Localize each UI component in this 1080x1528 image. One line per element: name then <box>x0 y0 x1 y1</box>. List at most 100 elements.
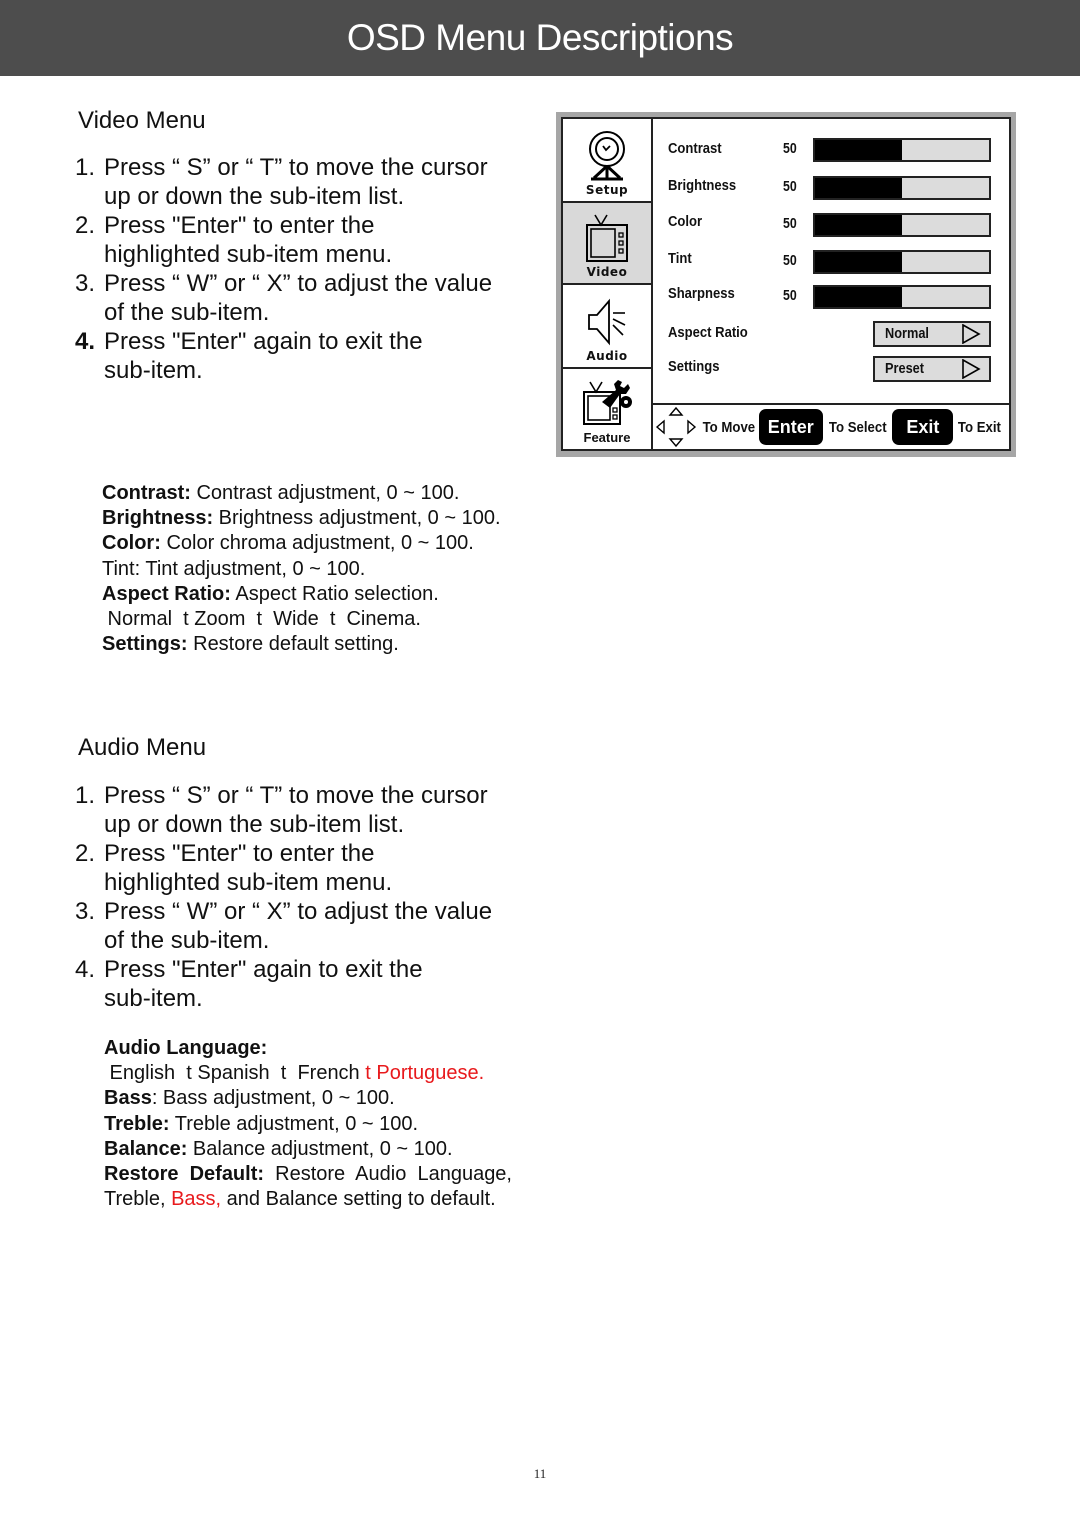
slider-fill <box>815 178 902 198</box>
slider-tint[interactable] <box>813 250 991 274</box>
desc-term: Color: <box>102 532 161 555</box>
desc-text: Normal t Zoom t Wide t Cinema. <box>102 608 421 631</box>
desc-contrast: Contrast: Contrast adjustment, 0 ~ 100. <box>102 481 501 506</box>
desc-balance: Balance: Balance adjustment, 0 ~ 100. <box>104 1137 512 1162</box>
exit-key-badge: Exit <box>892 409 954 445</box>
step-text: Press "Enter" again to exit the <box>104 328 423 355</box>
osd-value-sharpness: 50 <box>783 288 797 304</box>
video-menu-steps: 1. Press “ S” or “ T” to move the cursor u… <box>75 153 535 385</box>
slider-sharpness[interactable] <box>813 285 991 309</box>
step-item: 3. Press “ W” or “ X” to adjust the value… <box>75 897 535 955</box>
osd-label-contrast: Contrast <box>668 141 722 157</box>
desc-text: Treble, <box>104 1188 172 1211</box>
osd-label-settings: Settings <box>668 359 720 375</box>
slider-contrast[interactable] <box>813 138 991 162</box>
desc-text: : Bass adjustment, 0 ~ 100. <box>151 1087 395 1110</box>
step-item: 1. Press “ S” or “ T” to move the cursor u… <box>75 153 535 211</box>
slider-color[interactable] <box>813 213 991 237</box>
desc-term: Aspect Ratio: <box>102 582 231 605</box>
desc-term: Contrast: <box>102 482 191 504</box>
step-text: sub-item. <box>104 985 203 1012</box>
osd-screen: Setup Video Audio Feature Contrast 50 Br… <box>556 112 1016 457</box>
settings-select[interactable]: Preset <box>873 356 991 382</box>
step-number: 3. <box>75 898 96 925</box>
step-text: Press "Enter" to enter the <box>104 840 375 867</box>
desc-term: Treble: <box>104 1112 170 1135</box>
slider-fill <box>815 140 902 160</box>
arrow-right-icon <box>962 324 981 344</box>
desc-text: Color chroma adjustment, 0 ~ 100. <box>160 532 474 555</box>
osd-label-sharpness: Sharpness <box>668 286 735 302</box>
step-number: 4. <box>75 328 96 355</box>
sidebar-label: Audio <box>586 349 628 363</box>
desc-treble: Treble: Treble adjustment, 0 ~ 100. <box>104 1112 512 1137</box>
aspect-ratio-value: Normal <box>885 326 929 342</box>
desc-term: Settings: <box>102 633 188 656</box>
video-menu-title: Video Menu <box>78 107 206 134</box>
desc-color: Color: Color chroma adjustment, 0 ~ 100. <box>102 531 501 556</box>
step-number: 2. <box>75 840 96 867</box>
desc-text: Restore Audio Language, <box>264 1163 512 1186</box>
step-number: 3. <box>75 270 96 297</box>
step-item: 4. Press "Enter" again to exit the sub-ite… <box>75 327 535 385</box>
tv-wrench-icon <box>583 380 632 425</box>
footer-exit-text: To Exit <box>958 418 1002 436</box>
step-number: 4. <box>75 956 96 983</box>
desc-term: Brightness: <box>102 507 214 530</box>
desc-restore-default-cont: Treble, Bass, and Balance setting to def… <box>104 1187 512 1212</box>
step-item: 3. Press “ W” or “ X” to adjust the value… <box>75 269 535 327</box>
osd-label-aspect-ratio: Aspect Ratio <box>668 325 748 341</box>
desc-audio-language: Audio Language: <box>104 1036 512 1061</box>
desc-text: Contrast adjustment, 0 ~ 100. <box>190 482 460 504</box>
step-text: of the sub-item. <box>104 299 270 326</box>
page-number: 11 <box>533 1466 547 1481</box>
enter-key-badge: Enter <box>758 409 823 445</box>
satellite-dish-icon <box>589 131 625 181</box>
osd-label-tint: Tint <box>668 251 692 267</box>
desc-term: Balance: <box>104 1137 188 1160</box>
sidebar-item-audio[interactable]: Audio <box>563 285 651 367</box>
desc-aspect-options: Normal t Zoom t Wide t Cinema. <box>102 607 501 632</box>
osd-label-brightness: Brightness <box>668 178 737 194</box>
sidebar-item-setup[interactable]: Setup <box>563 119 651 201</box>
desc-tint: Tint: Tint adjustment, 0 ~ 100. <box>102 557 501 582</box>
arrow-right-icon <box>962 359 981 379</box>
desc-text: Balance adjustment, 0 ~ 100. <box>187 1137 453 1160</box>
slider-brightness[interactable] <box>813 176 991 200</box>
slider-fill <box>815 252 902 272</box>
slider-fill <box>815 215 902 235</box>
step-text: Press “ W” or “ X” to adjust the value <box>104 270 493 297</box>
video-menu-descriptions: Contrast: Contrast adjustment, 0 ~ 100. … <box>102 481 501 657</box>
aspect-ratio-select[interactable]: Normal <box>873 321 991 347</box>
step-text: Press "Enter" again to exit the <box>104 956 423 983</box>
desc-language-options: English t Spanish t French t Portuguese. <box>104 1061 512 1086</box>
desc-settings: Settings: Restore default setting. <box>102 632 501 657</box>
osd-value-color: 50 <box>783 216 797 232</box>
desc-bass: Bass: Bass adjustment, 0 ~ 100. <box>104 1086 512 1111</box>
audio-menu-title: Audio Menu <box>78 734 207 761</box>
settings-value: Preset <box>885 361 925 377</box>
osd-value-contrast: 50 <box>783 141 797 157</box>
step-text: of the sub-item. <box>104 927 270 954</box>
sidebar-item-video[interactable]: Video <box>563 203 651 283</box>
osd-footer: To Move Enter To Select Exit To Exit <box>653 403 1009 449</box>
desc-term: Bass <box>104 1087 152 1110</box>
step-number: 2. <box>75 212 96 239</box>
sidebar-label: Feature <box>583 430 631 445</box>
step-number: 1. <box>75 782 96 809</box>
audio-menu-steps: 1. Press “ S” or “ T” to move the cursor u… <box>75 781 535 1013</box>
step-text: Press “ S” or “ T” to move the cursor <box>104 154 488 181</box>
desc-text-highlight: t Portuguese. <box>365 1062 485 1085</box>
desc-text: and Balance setting to default. <box>221 1188 496 1211</box>
step-text: up or down the sub-item list. <box>104 811 405 838</box>
step-text: up or down the sub-item list. <box>104 183 405 210</box>
desc-text: Aspect Ratio selection. <box>230 582 439 605</box>
footer-move-text: To Move <box>702 418 756 436</box>
step-text: highlighted sub-item menu. <box>104 241 393 268</box>
osd-sidebar: Setup Video Audio Feature <box>563 119 653 449</box>
sidebar-item-feature[interactable]: Feature <box>563 369 651 449</box>
osd-label-color: Color <box>668 214 703 230</box>
step-text: Press “ S” or “ T” to move the cursor <box>104 782 488 809</box>
audio-menu-descriptions: Audio Language: English t Spanish t Fren… <box>104 1036 512 1212</box>
page-header: OSD Menu Descriptions <box>0 0 1080 76</box>
